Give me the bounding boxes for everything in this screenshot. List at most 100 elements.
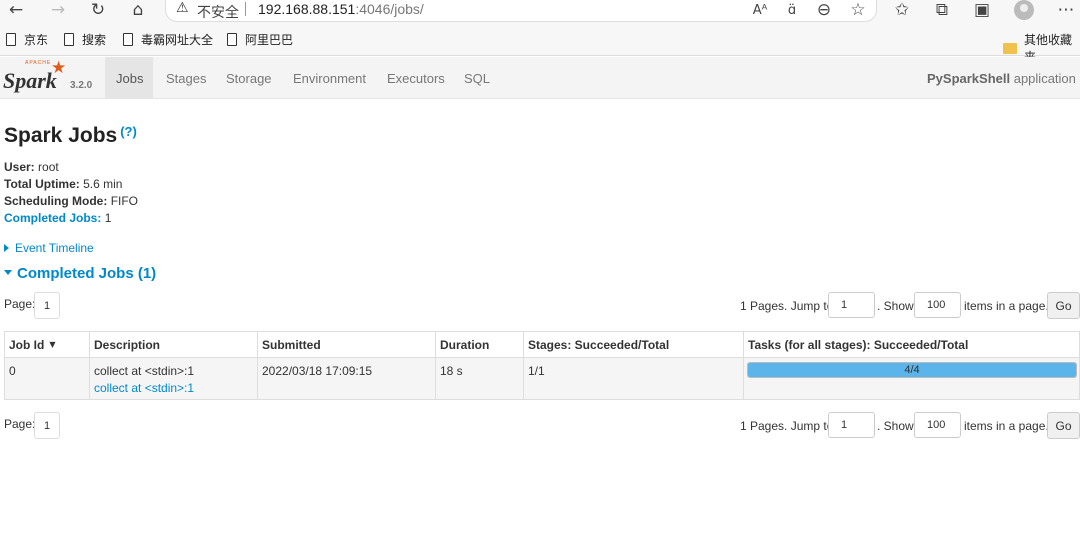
logo-spark-text: Spark <box>3 68 57 93</box>
scheduling-info: Scheduling Mode: FIFO <box>4 194 138 208</box>
tab-stages[interactable]: Stages <box>166 57 206 99</box>
expand-arrow-icon <box>4 244 9 252</box>
favorites-icon[interactable]: ✩ <box>892 0 912 20</box>
page-size-input-top[interactable]: 100 <box>914 292 961 318</box>
url-text[interactable]: 192.168.88.151:4046/jobs/ <box>258 1 424 17</box>
app-name: PySparkShell application UI <box>927 71 1080 86</box>
uptime-value: 5.6 min <box>83 177 123 191</box>
forward-icon[interactable]: → <box>48 0 68 20</box>
cell-duration: 18 s <box>436 357 524 399</box>
insecure-label[interactable]: 不安全 <box>197 2 239 22</box>
back-icon[interactable]: ← <box>6 0 26 20</box>
add-favorite-icon[interactable]: ☆ <box>848 0 868 20</box>
jump-to-input-top[interactable]: 1 <box>828 292 875 318</box>
user-value: root <box>38 160 59 174</box>
user-label: User: <box>4 160 35 174</box>
tasks-progress-label: 4/4 <box>904 364 920 376</box>
header-description[interactable]: Description <box>90 332 258 357</box>
url-host: 192.168.88.151 <box>258 1 356 17</box>
translate-icon[interactable]: ɑ̈ <box>782 0 802 20</box>
page-icon <box>6 33 16 46</box>
jump-to-input-bottom[interactable]: 1 <box>828 412 875 438</box>
page-icon <box>123 33 133 46</box>
app-name-suffix: application UI <box>1013 71 1080 86</box>
header-job-id-label: Job Id <box>9 337 45 352</box>
page-title: Spark Jobs (?) <box>4 124 137 148</box>
description-text: collect at <stdin>:1 <box>94 364 195 378</box>
bookmark-label: 阿里巴巴 <box>245 33 294 47</box>
completed-jobs-info: Completed Jobs: 1 <box>4 211 111 225</box>
tab-environment[interactable]: Environment <box>293 57 366 99</box>
header-duration[interactable]: Duration <box>436 332 524 357</box>
browser-toolbar: ← → ↻ ⌂ ⚠ 不安全 192.168.88.151:4046/jobs/ … <box>0 0 1080 22</box>
cell-stages: 1/1 <box>524 357 744 399</box>
warning-icon[interactable]: ⚠ <box>176 0 189 16</box>
spark-version: 3.2.0 <box>70 80 93 91</box>
sort-desc-icon: ▼ <box>49 340 56 349</box>
bookmark-alibaba[interactable]: 阿里巴巴 <box>227 31 293 48</box>
read-aloud-icon[interactable]: Aᴬ <box>750 0 770 20</box>
header-job-id[interactable]: Job Id ▼ <box>5 332 90 357</box>
go-button-bottom[interactable]: Go <box>1047 412 1080 439</box>
page-number-top[interactable]: 1 <box>34 292 60 319</box>
completed-jobs-count: 1 <box>104 211 112 225</box>
header-stages[interactable]: Stages: Succeeded/Total <box>524 332 744 357</box>
tasks-progress-bar: 4/4 <box>747 362 1077 378</box>
tab-executors[interactable]: Executors <box>387 57 445 99</box>
header-submitted[interactable]: Submitted <box>258 332 436 357</box>
folder-icon <box>1003 42 1017 54</box>
uptime-info: Total Uptime: 5.6 min <box>4 177 122 191</box>
items-text-bottom: items in a page. <box>964 419 1049 433</box>
description-link[interactable]: collect at <stdin>:1 <box>94 380 253 397</box>
tab-sql[interactable]: SQL <box>464 57 490 99</box>
extensions-icon[interactable]: ▣ <box>972 0 992 20</box>
home-icon[interactable]: ⌂ <box>128 0 148 20</box>
completed-jobs-header[interactable]: Completed Jobs (1) <box>4 265 156 282</box>
event-timeline-label: Event Timeline <box>15 241 94 255</box>
tab-storage[interactable]: Storage <box>226 57 272 99</box>
pages-jump-text-bottom: 1 Pages. Jump to <box>740 419 834 433</box>
go-button-top[interactable]: Go <box>1047 292 1080 319</box>
scheduling-value: FIFO <box>110 194 139 208</box>
page-label-bottom: Page: <box>4 417 36 431</box>
cell-description: collect at <stdin>:1 collect at <stdin>:1 <box>90 357 258 399</box>
page-label-top: Page: <box>4 297 36 311</box>
scheduling-label: Scheduling Mode: <box>4 194 108 208</box>
spark-star-icon: ★ <box>51 58 67 78</box>
bookmark-jd[interactable]: 京东 <box>6 31 48 48</box>
page-number-bottom[interactable]: 1 <box>34 412 60 439</box>
cell-submitted: 2022/03/18 17:09:15 <box>258 357 436 399</box>
uptime-label: Total Uptime: <box>4 177 80 191</box>
show-text-top: . Show <box>877 299 914 313</box>
page-size-input-bottom[interactable]: 100 <box>914 412 961 438</box>
more-icon[interactable]: ⋯ <box>1056 0 1076 20</box>
url-path: :4046/jobs/ <box>355 1 424 17</box>
bookmark-search[interactable]: 搜索 <box>64 31 106 48</box>
completed-jobs-link[interactable]: Completed Jobs: <box>4 211 101 225</box>
app-name-bold: PySparkShell <box>927 71 1011 86</box>
help-link[interactable]: (?) <box>120 124 137 139</box>
bookmark-duba[interactable]: 毒霸网址大全 <box>123 31 213 48</box>
page-title-text: Spark Jobs <box>4 124 118 147</box>
header-tasks[interactable]: Tasks (for all stages): Succeeded/Total <box>744 332 1079 357</box>
zoom-icon[interactable]: ⊖ <box>814 0 834 20</box>
spark-navbar: APACHE Spark ★ 3.2.0 Jobs Stages Storage… <box>0 57 1080 99</box>
event-timeline-toggle[interactable]: Event Timeline <box>4 241 94 255</box>
page-icon <box>227 33 237 46</box>
completed-jobs-table: Job Id ▼ Description Submitted Duration S… <box>4 331 1080 400</box>
collections-icon[interactable]: ⧉ <box>932 0 952 20</box>
profile-avatar[interactable] <box>1014 0 1034 20</box>
collapse-arrow-icon <box>4 270 12 275</box>
bookmark-label: 毒霸网址大全 <box>141 33 214 47</box>
show-text-bottom: . Show <box>877 419 914 433</box>
logo-apache-text: APACHE <box>25 60 52 66</box>
bookmark-label: 京东 <box>24 33 49 47</box>
completed-jobs-header-text: Completed Jobs (1) <box>17 265 157 282</box>
bookmarks-bar: 京东 搜索 毒霸网址大全 阿里巴巴 其他收藏夹 <box>0 22 1080 64</box>
items-text-top: items in a page. <box>964 299 1049 313</box>
tab-jobs[interactable]: Jobs <box>105 57 153 99</box>
pages-jump-text-top: 1 Pages. Jump to <box>740 299 834 313</box>
spark-logo[interactable]: APACHE Spark ★ <box>3 58 69 96</box>
reload-icon[interactable]: ↻ <box>88 0 108 20</box>
bookmark-label: 搜索 <box>82 33 107 47</box>
